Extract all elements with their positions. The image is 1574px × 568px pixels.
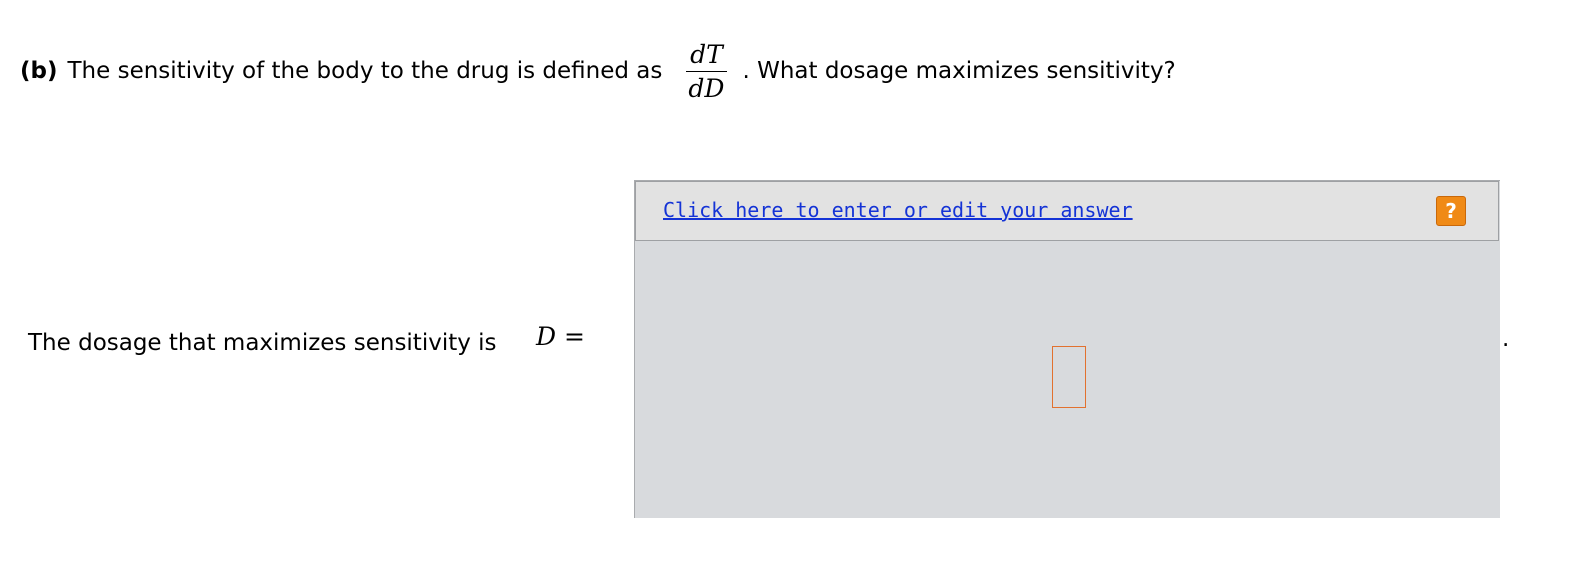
answer-prompt: The dosage that maximizes sensitivity is	[28, 330, 497, 356]
part-label: (b)	[20, 58, 58, 84]
fraction-numerator: dT	[686, 42, 727, 72]
answer-variable-expression: D =	[536, 322, 585, 351]
answer-input-slot[interactable]	[1052, 346, 1086, 408]
equals-sign: =	[564, 322, 585, 351]
edit-answer-link[interactable]: Click here to enter or edit your answer	[663, 198, 1133, 222]
fraction-denominator: dD	[688, 73, 725, 103]
answer-editor-panel[interactable]: Click here to enter or edit your answer …	[634, 180, 1500, 518]
answer-variable: D	[536, 322, 557, 351]
question-text-before: The sensitivity of the body to the drug …	[67, 58, 663, 84]
answer-editor-header: Click here to enter or edit your answer …	[635, 181, 1499, 241]
question-text: (b) The sensitivity of the body to the d…	[20, 36, 1176, 106]
question-text-after: . What dosage maximizes sensitivity?	[742, 58, 1176, 84]
help-button[interactable]: ?	[1436, 196, 1466, 226]
trailing-period: .	[1502, 326, 1510, 352]
derivative-fraction: dT dD	[684, 42, 728, 101]
